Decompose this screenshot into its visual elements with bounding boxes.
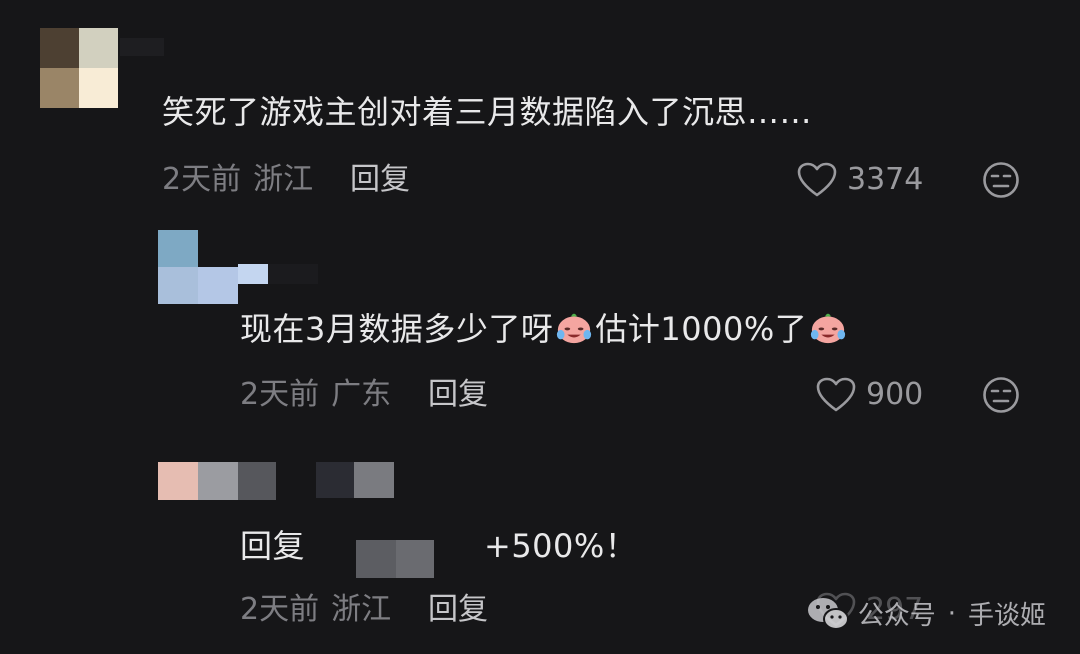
heart-icon <box>816 377 856 412</box>
avatar[interactable] <box>158 230 238 304</box>
crying-laughing-face-icon <box>557 313 592 344</box>
watermark-separator: · <box>947 598 956 629</box>
like-button[interactable]: 900 <box>816 375 923 415</box>
avatar[interactable] <box>40 28 118 108</box>
dislike-button[interactable] <box>982 161 1020 203</box>
reply-prefix: 回复 <box>240 527 306 565</box>
like-button[interactable]: 3374 <box>797 160 923 200</box>
crying-laughing-face-icon <box>811 313 846 344</box>
reply-button[interactable]: 回复 <box>428 375 488 415</box>
comment-text: 笑死了游戏主创对着三月数据陷入了沉思…… <box>162 93 813 131</box>
watermark-account: 手谈姬 <box>967 601 1046 631</box>
comment-time: 2天前 <box>240 592 320 627</box>
comment-time: 2天前 <box>240 377 320 412</box>
avatar[interactable] <box>158 462 276 500</box>
comment-text: +500%！ <box>484 527 638 565</box>
comment-location: 浙江 <box>331 592 392 627</box>
comment-location: 广东 <box>331 377 392 412</box>
mentioned-user-redacted[interactable] <box>356 540 434 578</box>
neutral-face-icon <box>983 162 1019 198</box>
username-redacted[interactable] <box>238 264 318 284</box>
username-redacted[interactable] <box>316 462 394 498</box>
watermark-source: 公众号 <box>857 601 936 631</box>
comment-thread: 笑死了游戏主创对着三月数据陷入了沉思…… 2天前 浙江 回复 3374 现在3月数… <box>0 0 1080 654</box>
like-count: 900 <box>866 377 924 412</box>
watermark: 公众号 · 手谈姬 <box>806 595 1046 632</box>
dislike-button[interactable] <box>982 376 1020 418</box>
like-count: 3374 <box>847 162 924 197</box>
comment-text-part: 估计1000%了 <box>595 310 808 348</box>
comment-text: 现在3月数据多少了呀 估计1000%了 <box>240 308 849 349</box>
reply-button[interactable]: 回复 <box>428 590 488 630</box>
comment-meta: 2天前 浙江 <box>162 160 313 200</box>
reply-button[interactable]: 回复 <box>350 160 410 200</box>
neutral-face-icon <box>983 377 1019 413</box>
comment-meta: 2天前 浙江 <box>240 590 391 630</box>
wechat-icon <box>807 597 849 630</box>
comment-time: 2天前 <box>162 162 242 197</box>
heart-icon <box>797 162 837 197</box>
comment-meta: 2天前 广东 <box>240 375 391 415</box>
comment-location: 浙江 <box>253 162 314 197</box>
username-redacted[interactable] <box>120 38 164 56</box>
comment-text-part: 现在3月数据多少了呀 <box>240 310 554 348</box>
